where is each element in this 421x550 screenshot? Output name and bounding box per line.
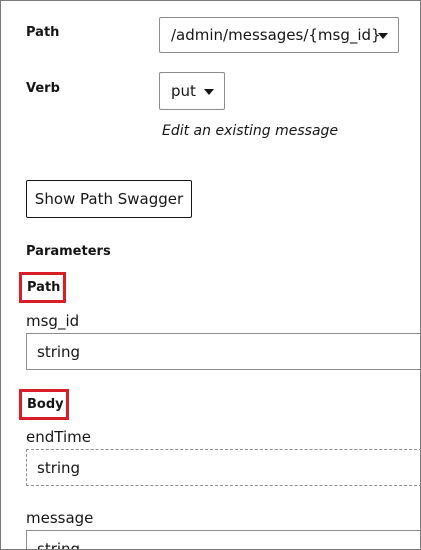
end-time-label: endTime	[26, 428, 91, 446]
message-input[interactable]: string	[26, 530, 420, 550]
show-path-swagger-button[interactable]: Show Path Swagger	[26, 180, 192, 218]
body-section-heading: Body	[19, 389, 69, 420]
path-select-value: /admin/messages/{msg_id}	[171, 26, 381, 44]
path-select[interactable]: /admin/messages/{msg_id}	[159, 17, 399, 53]
path-label: Path	[26, 25, 60, 40]
message-input-value: string	[37, 539, 81, 550]
msg-id-input-value: string	[37, 342, 81, 361]
api-form-panel: Path /admin/messages/{msg_id} Verb put E…	[0, 0, 421, 550]
end-time-input[interactable]: string	[26, 449, 420, 486]
message-label: message	[26, 509, 94, 527]
verb-select-value: put	[171, 82, 196, 100]
verb-select[interactable]: put	[159, 72, 225, 110]
parameters-heading: Parameters	[26, 244, 111, 259]
msg-id-input[interactable]: string	[26, 333, 420, 370]
chevron-down-icon	[204, 89, 214, 95]
path-section-heading: Path	[19, 272, 66, 303]
end-time-input-value: string	[37, 458, 81, 477]
msg-id-label: msg_id	[26, 312, 80, 330]
verb-label: Verb	[26, 81, 60, 96]
verb-description: Edit an existing message	[162, 123, 339, 139]
chevron-down-icon	[378, 33, 388, 39]
